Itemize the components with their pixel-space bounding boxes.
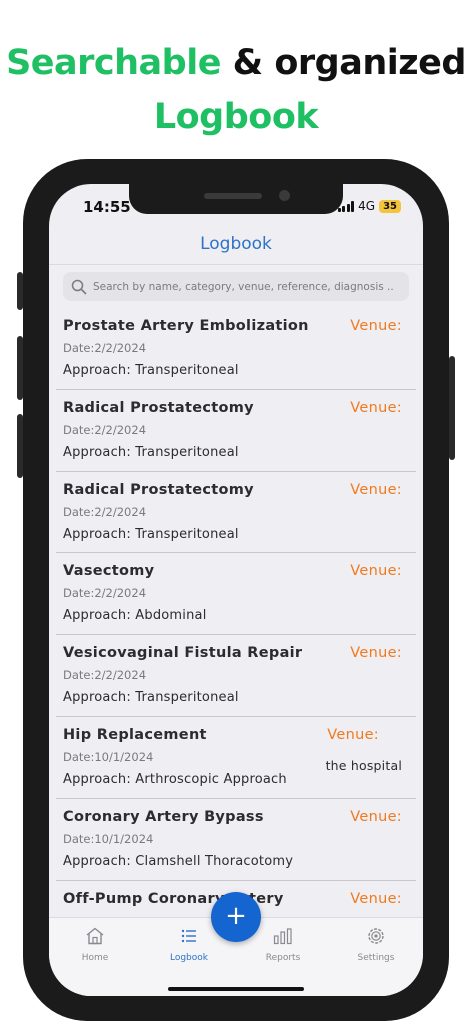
- headline-line-2: Logbook: [0, 90, 472, 144]
- tab-settings[interactable]: Settings: [336, 927, 416, 963]
- entry-name: Hip Replacement: [63, 726, 207, 743]
- entry-approach: Approach: Transperitoneal: [63, 444, 239, 460]
- bar-chart-icon: [273, 928, 292, 945]
- status-time: 14:55: [83, 198, 131, 216]
- entry-date: Date:2/2/2024: [63, 586, 147, 601]
- status-indicators: 4G 35: [337, 199, 401, 213]
- headline-line-1: Searchable & organized: [0, 36, 472, 90]
- speaker: [204, 193, 262, 199]
- entry-date: Date:10/1/2024: [63, 831, 154, 846]
- entry-approach: Approach: Abdominal: [63, 608, 207, 624]
- entry-venue-label: Venue:: [350, 318, 402, 334]
- headline-logbook: Logbook: [153, 97, 319, 137]
- entry-approach: Approach: Arthroscopic Approach: [63, 771, 287, 787]
- phone-power-button: [449, 356, 455, 460]
- network-label: 4G: [358, 199, 376, 213]
- entry-approach: Approach: Clamshell Thoracotomy: [63, 853, 294, 869]
- entry-name: Radical Prostatectomy: [63, 481, 254, 498]
- entry-venue-label: Venue:: [350, 563, 402, 580]
- list-item[interactable]: Coronary Artery Bypass Date:10/1/2024 Ap…: [56, 799, 416, 881]
- tab-home[interactable]: Home: [55, 927, 135, 963]
- list-item[interactable]: Radical Prostatectomy Date:2/2/2024 Appr…: [56, 472, 416, 554]
- tab-home-label: Home: [81, 953, 109, 963]
- list-item[interactable]: Radical Prostatectomy Date:2/2/2024 Appr…: [56, 390, 416, 472]
- list-item[interactable]: Hip Replacement Date:10/1/2024 Approach:…: [56, 717, 416, 799]
- entry-date: Date:2/2/2024: [63, 504, 147, 519]
- entry-date: Date:2/2/2024: [63, 341, 147, 355]
- home-indicator[interactable]: [168, 987, 304, 991]
- battery-icon: 35: [379, 199, 401, 213]
- tab-settings-label: Settings: [357, 953, 395, 963]
- list-item[interactable]: Prostate Artery Embolization Date:2/2/20…: [56, 308, 416, 390]
- entry-venue-label: Venue:: [350, 890, 402, 907]
- entry-venue-label: Venue:: [327, 726, 379, 743]
- entry-date: Date:10/1/2024: [63, 749, 154, 764]
- list-icon: [181, 929, 196, 943]
- entry-name: Vesicovaginal Fistula Repair: [63, 645, 303, 662]
- header-divider: [49, 264, 423, 265]
- entry-date: Date:2/2/2024: [63, 422, 147, 437]
- logbook-list: Prostate Artery Embolization Date:2/2/20…: [56, 308, 416, 963]
- entry-name: Prostate Artery Embolization: [63, 318, 309, 334]
- entry-venue-value: the hospital: [325, 757, 402, 773]
- entry-venue-label: Venue:: [350, 481, 402, 498]
- signal-icon: [337, 200, 355, 212]
- entry-date: Date:2/2/2024: [63, 668, 147, 683]
- search-bar[interactable]: [63, 272, 409, 301]
- entry-approach: Approach: Transperitoneal: [63, 526, 239, 542]
- entry-approach: Approach: Transperitoneal: [63, 690, 239, 706]
- list-item[interactable]: Vasectomy Date:2/2/2024 Approach: Abdomi…: [56, 553, 416, 636]
- page-title: Logbook: [200, 234, 272, 254]
- phone-screen: 14:55 4G 35 Logbook Prostate Artery Embo…: [49, 184, 423, 996]
- notch: [129, 184, 343, 214]
- headline-organized: & organized: [232, 43, 467, 83]
- add-entry-button[interactable]: +: [211, 892, 261, 942]
- search-input[interactable]: [93, 280, 393, 293]
- entry-venue-label: Venue:: [350, 808, 402, 825]
- entry-name: Radical Prostatectomy: [63, 399, 254, 416]
- gear-icon: [368, 928, 384, 944]
- headline-searchable: Searchable: [6, 43, 221, 83]
- entry-venue-label: Venue:: [350, 399, 402, 416]
- home-icon: [86, 927, 104, 945]
- camera: [279, 190, 290, 201]
- entry-approach: Approach: Transperitoneal: [63, 363, 239, 378]
- tab-reports-label: Reports: [265, 953, 301, 963]
- entry-name: Coronary Artery Bypass: [63, 808, 264, 825]
- list-item[interactable]: Vesicovaginal Fistula Repair Date:2/2/20…: [56, 635, 416, 717]
- search-icon: [71, 279, 87, 294]
- entry-name: Vasectomy: [63, 563, 155, 580]
- entry-venue-label: Venue:: [350, 645, 402, 662]
- tab-logbook-label: Logbook: [169, 953, 208, 963]
